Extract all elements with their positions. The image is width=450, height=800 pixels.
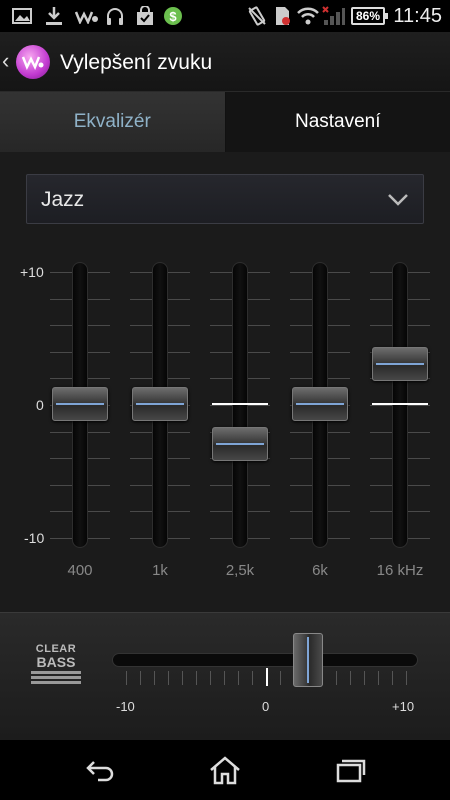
- clear-bass-zero-mark: [266, 668, 268, 686]
- no-sim-icon: [272, 6, 292, 26]
- clear-bass-track[interactable]: [112, 653, 418, 667]
- clear-bass-tick: [168, 671, 169, 685]
- image-icon: [10, 6, 34, 26]
- clear-bass-tick: [350, 671, 351, 685]
- status-bar: $ 86% 11:45: [0, 0, 450, 32]
- vibrate-icon: [246, 6, 268, 26]
- clear-bass-tick: [280, 671, 281, 685]
- clear-bass-tick: [126, 671, 127, 685]
- svg-text:$: $: [169, 9, 177, 24]
- preset-dropdown[interactable]: Jazz: [26, 174, 424, 224]
- preset-value: Jazz: [41, 188, 85, 211]
- clear-bass-tick: [252, 671, 253, 685]
- eq-scale-min: -10: [24, 530, 45, 546]
- bass-scale-max: +10: [392, 699, 415, 714]
- walkman-logo-icon[interactable]: [16, 45, 50, 79]
- battery-indicator: 86%: [351, 7, 388, 25]
- back-chevron-icon[interactable]: ‹: [2, 48, 9, 74]
- eq-slider-handle[interactable]: [212, 426, 268, 461]
- clear-bass-tick: [140, 671, 141, 685]
- eq-band-label: 2,5k: [225, 562, 255, 579]
- tab-equalizer[interactable]: Ekvalizér: [0, 92, 226, 152]
- bass-scale-zero: 0: [262, 699, 270, 714]
- eq-band-4: [370, 262, 430, 548]
- headphones-icon: [104, 6, 126, 26]
- money-icon: $: [162, 6, 184, 26]
- eq-slider-track[interactable]: [392, 262, 408, 548]
- clear-bass-tick: [210, 671, 211, 685]
- tab-settings[interactable]: Nastavení: [225, 92, 450, 152]
- eq-band-2: [210, 262, 270, 548]
- eq-slider-handle[interactable]: [132, 387, 188, 421]
- eq-band-label: 16 kHz: [376, 562, 424, 579]
- app-bar: ‹ Vylepšení zvuku: [0, 32, 450, 92]
- clear-bass-tick: [406, 671, 407, 685]
- signal-icon: [322, 6, 346, 26]
- eq-scale-max: +10: [20, 264, 44, 280]
- clear-bass-tick: [196, 671, 197, 685]
- eq-band-label: 6k: [312, 562, 328, 579]
- clear-bass-tick: [364, 671, 365, 685]
- home-icon[interactable]: [205, 754, 245, 786]
- eq-band-label: 1k: [152, 562, 168, 579]
- clear-bass-panel: CLEAR BASS -10 0 +10: [0, 612, 450, 740]
- clear-bass-tick: [336, 671, 337, 685]
- clear-bass-logo-bottom: BASS: [36, 654, 76, 670]
- back-icon[interactable]: [80, 754, 120, 786]
- download-icon: [42, 6, 66, 26]
- eq-zero-mark: [372, 403, 428, 405]
- clear-bass-tick: [224, 671, 225, 685]
- bass-scale-min: -10: [116, 699, 135, 714]
- page-title: Vylepšení zvuku: [60, 51, 213, 74]
- status-time: 11:45: [393, 5, 442, 27]
- clear-bass-tick: [392, 671, 393, 685]
- eq-slider-handle[interactable]: [52, 387, 108, 421]
- clear-bass-tick: [238, 671, 239, 685]
- clear-bass-tick: [154, 671, 155, 685]
- eq-scale-zero: 0: [36, 397, 44, 413]
- clear-bass-logo: CLEAR BASS: [31, 643, 81, 684]
- eq-band-label: 400: [67, 562, 93, 579]
- eq-zero-mark: [212, 403, 268, 405]
- recent-apps-icon[interactable]: [330, 754, 370, 786]
- tab-bar: Ekvalizér Nastavení: [0, 92, 450, 152]
- shopping-bag-icon: [134, 6, 156, 26]
- chevron-down-icon: [387, 187, 409, 216]
- navigation-bar: [0, 740, 450, 800]
- eq-slider-track[interactable]: [232, 262, 248, 548]
- clear-bass-tick: [182, 671, 183, 685]
- wifi-icon: [296, 6, 320, 26]
- eq-slider-handle[interactable]: [292, 387, 348, 421]
- clear-bass-tick: [378, 671, 379, 685]
- walkman-icon: [74, 6, 100, 26]
- eq-slider-handle[interactable]: [372, 347, 428, 382]
- clear-bass-slider-handle[interactable]: [293, 633, 323, 687]
